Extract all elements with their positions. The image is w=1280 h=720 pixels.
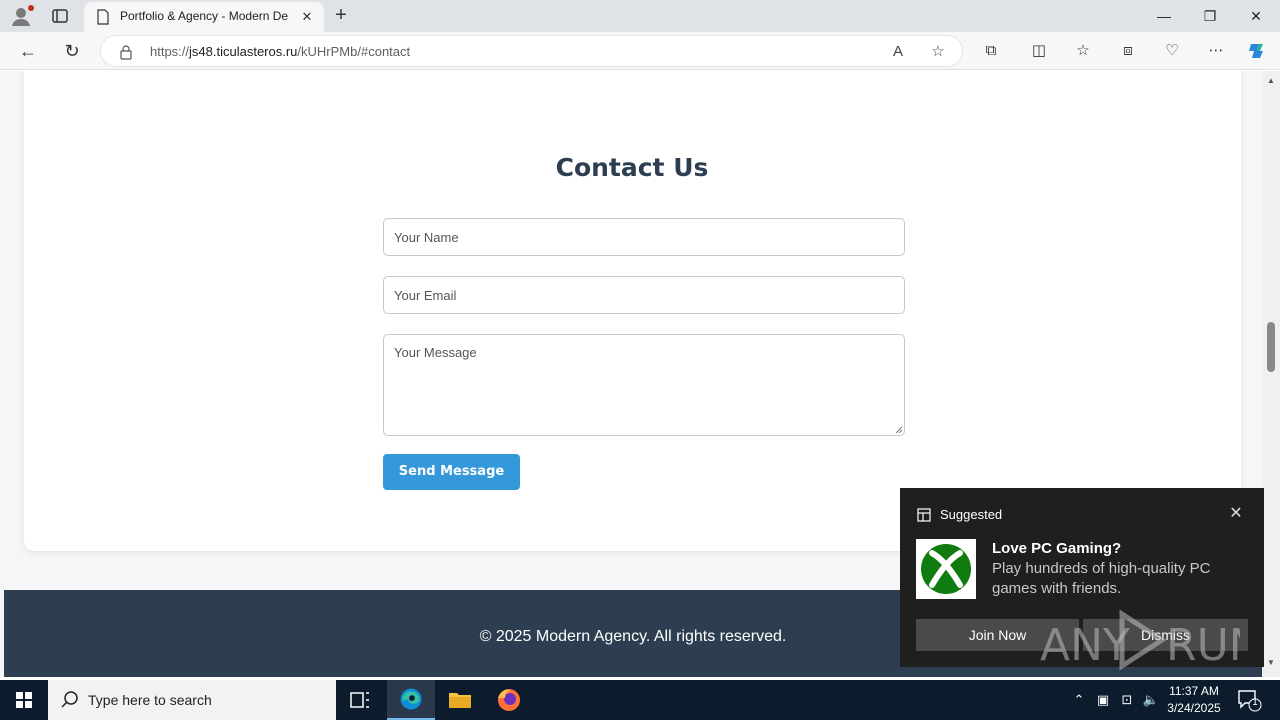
tab-close-icon[interactable]: ✕: [300, 10, 314, 24]
tab-title: Portfolio & Agency - Modern De: [120, 9, 289, 23]
suggestion-icon: [917, 508, 931, 522]
copilot-icon[interactable]: [1246, 40, 1268, 62]
favorites-icon[interactable]: ☆: [1072, 40, 1094, 62]
notification-title: Love PC Gaming?: [992, 540, 1122, 557]
network-icon[interactable]: ⊡: [1117, 690, 1137, 710]
split-screen-icon[interactable]: ◫: [1028, 40, 1050, 62]
scroll-up-icon[interactable]: ▲: [1266, 77, 1276, 85]
clock-date: 3/24/2025: [1167, 701, 1221, 715]
refresh-icon[interactable]: ↻: [60, 39, 84, 63]
close-window-icon[interactable]: ✕: [1236, 4, 1276, 28]
read-aloud-icon[interactable]: A: [888, 42, 908, 62]
tab-bar: Portfolio & Agency - Modern De ✕ + — ❐ ✕: [0, 0, 1280, 32]
svg-text:ANY: ANY: [1040, 620, 1130, 671]
clock-time: 11:37 AM: [1169, 684, 1219, 698]
minimize-icon[interactable]: —: [1144, 4, 1184, 28]
scroll-down-icon[interactable]: ▼: [1266, 659, 1276, 667]
anyrun-watermark: ANY RUN: [1040, 609, 1240, 671]
url-host: js48.ticulasteros.ru: [189, 44, 298, 59]
extensions-icon[interactable]: ⧉: [980, 40, 1002, 62]
close-notification-icon[interactable]: ✕: [1227, 505, 1245, 523]
profile-alert-dot: [28, 5, 34, 11]
page-icon: [97, 9, 109, 25]
browser-essentials-icon[interactable]: ♡: [1161, 40, 1183, 62]
navigation-bar: ← ↻ https://js48.ticulasteros.ru/kUHrPMb…: [0, 32, 1280, 70]
task-view-icon[interactable]: [336, 680, 384, 720]
lock-icon[interactable]: [119, 44, 133, 60]
new-tab-icon[interactable]: +: [331, 5, 351, 25]
firefox-icon[interactable]: [485, 680, 533, 720]
device-icon[interactable]: ▣: [1093, 690, 1113, 710]
taskbar-search-box[interactable]: Type here to search: [48, 680, 336, 720]
resize-grip-icon[interactable]: [895, 426, 903, 434]
file-explorer-icon[interactable]: [436, 680, 484, 720]
notification-body: Play hundreds of high-quality PC games w…: [992, 560, 1211, 597]
collections-icon[interactable]: ⧈: [1117, 40, 1139, 62]
volume-icon[interactable]: 🔈: [1141, 690, 1161, 710]
scroll-thumb[interactable]: [1267, 322, 1275, 372]
notification-count: 1: [1252, 697, 1258, 708]
url-path: /kUHrPMb/#contact: [297, 44, 411, 59]
svg-text:RUN: RUN: [1166, 620, 1240, 671]
restore-icon[interactable]: ❐: [1190, 4, 1230, 28]
show-hidden-icons-icon[interactable]: ⌃: [1069, 690, 1089, 710]
active-tab[interactable]: Portfolio & Agency - Modern De ✕: [84, 2, 324, 32]
suggested-label: Suggested: [940, 507, 1003, 522]
back-icon[interactable]: ←: [16, 39, 40, 63]
favorite-star-icon[interactable]: ☆: [928, 42, 948, 62]
search-placeholder: Type here to search: [88, 692, 212, 708]
url-text[interactable]: https://js48.ticulasteros.ru/kUHrPMb/#co…: [150, 44, 410, 59]
email-input[interactable]: [383, 276, 905, 314]
url-prefix: https://: [150, 44, 190, 59]
edge-browser-icon[interactable]: [387, 680, 435, 720]
name-input[interactable]: [383, 218, 905, 256]
tab-actions-icon[interactable]: [50, 6, 70, 26]
vertical-scrollbar[interactable]: ▲ ▼: [1262, 71, 1280, 677]
more-options-icon[interactable]: ⋯: [1205, 40, 1227, 62]
taskbar: Type here to search ⌃ ▣ ⊡ 🔈 11:37 AM 3/2…: [0, 680, 1280, 720]
message-textarea[interactable]: [383, 334, 905, 436]
action-center-icon[interactable]: 1: [1236, 688, 1262, 712]
system-clock[interactable]: 11:37 AM 3/24/2025: [1160, 683, 1228, 717]
xbox-logo-icon: [916, 539, 976, 599]
address-bar[interactable]: https://js48.ticulasteros.ru/kUHrPMb/#co…: [100, 35, 963, 67]
windows-start-icon[interactable]: [0, 680, 48, 720]
contact-heading: Contact Us: [555, 153, 709, 182]
send-message-button[interactable]: Send Message: [383, 454, 520, 490]
search-icon: [61, 691, 78, 708]
